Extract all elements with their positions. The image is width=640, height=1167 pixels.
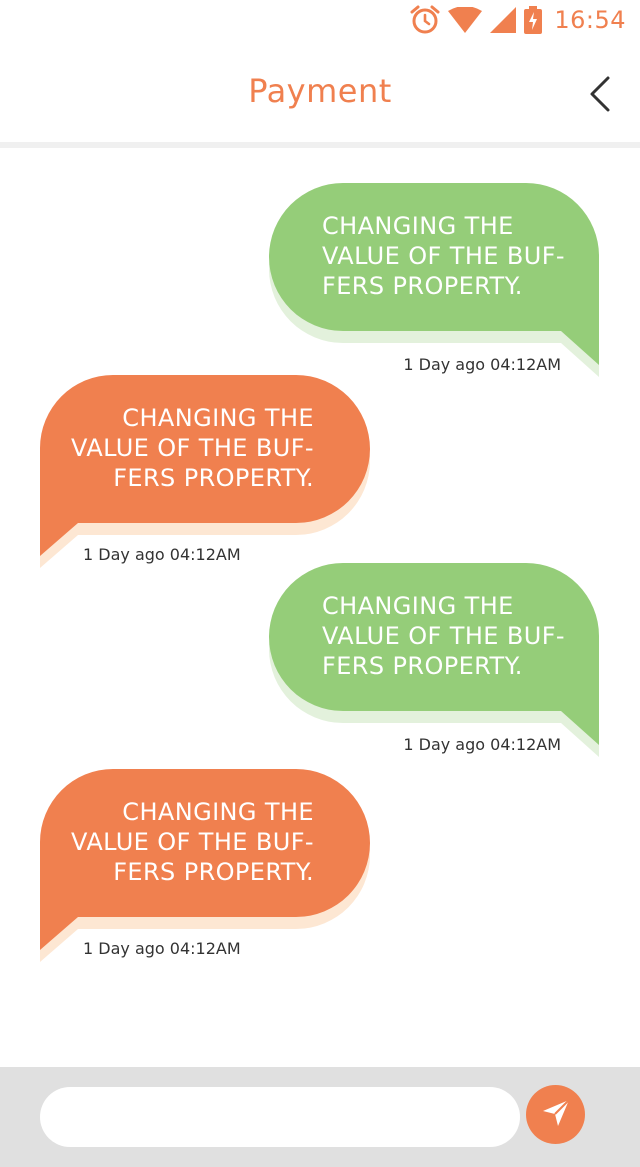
- battery-charging-icon: [524, 6, 543, 34]
- sent-message: CHANGING THE VALUE OF THE BUF- FERS PROP…: [269, 563, 599, 763]
- received-message: CHANGING THE VALUE OF THE BUF- FERS PROP…: [40, 769, 370, 969]
- message-timestamp: 1 Day ago 04:12AM: [83, 545, 241, 564]
- message-timestamp: 1 Day ago 04:12AM: [83, 939, 241, 958]
- message-timestamp: 1 Day ago 04:12AM: [403, 735, 561, 754]
- message-text: CHANGING THE VALUE OF THE BUF- FERS PROP…: [322, 212, 565, 300]
- message-composer: [0, 1067, 640, 1167]
- send-icon: [541, 1098, 571, 1132]
- signal-icon: [490, 7, 517, 33]
- message-text: CHANGING THE VALUE OF THE BUF- FERS PROP…: [71, 404, 314, 492]
- page-title: Payment: [248, 72, 392, 110]
- message-text: CHANGING THE VALUE OF THE BUF- FERS PROP…: [71, 798, 314, 886]
- back-button[interactable]: [584, 74, 616, 114]
- status-icons: 16:54: [410, 5, 626, 35]
- chevron-left-icon: [584, 76, 616, 118]
- status-time: 16:54: [554, 6, 626, 34]
- chat-thread: CHANGING THE VALUE OF THE BUF- FERS PROP…: [0, 148, 640, 1067]
- header: Payment: [0, 40, 640, 142]
- status-bar: 16:54: [0, 0, 640, 40]
- alarm-icon: [410, 5, 440, 35]
- sent-message: CHANGING THE VALUE OF THE BUF- FERS PROP…: [269, 183, 599, 383]
- received-message: CHANGING THE VALUE OF THE BUF- FERS PROP…: [40, 375, 370, 575]
- message-input[interactable]: [40, 1087, 520, 1147]
- message-text: CHANGING THE VALUE OF THE BUF- FERS PROP…: [322, 592, 565, 680]
- send-button[interactable]: [526, 1085, 585, 1144]
- wifi-icon: [448, 7, 483, 33]
- message-timestamp: 1 Day ago 04:12AM: [403, 355, 561, 374]
